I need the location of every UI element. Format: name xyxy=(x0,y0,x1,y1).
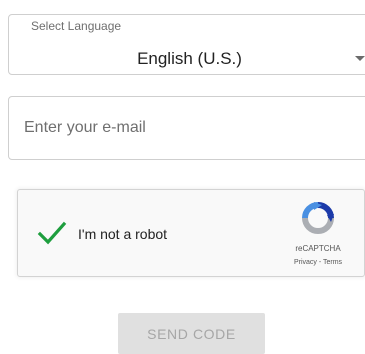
send-code-button[interactable]: SEND CODE xyxy=(118,313,265,354)
language-select-value[interactable]: English (U.S.) xyxy=(17,48,362,70)
caret-down-icon[interactable] xyxy=(355,56,365,61)
recaptcha-logo-icon xyxy=(302,202,334,234)
verification-form: Select Language English (U.S.) I'm not a… xyxy=(0,0,365,354)
terms-link[interactable]: Terms xyxy=(323,259,342,266)
privacy-link[interactable]: Privacy xyxy=(294,259,317,266)
email-input[interactable] xyxy=(9,97,365,159)
recaptcha-links: Privacy - Terms xyxy=(282,258,354,267)
language-select-label: Select Language xyxy=(27,19,126,33)
language-select[interactable]: Select Language English (U.S.) xyxy=(8,14,365,75)
checkmark-icon xyxy=(37,221,67,245)
recaptcha-brand: reCAPTCHA xyxy=(295,244,341,253)
recaptcha-checkbox[interactable] xyxy=(37,218,67,248)
recaptcha-label: I'm not a robot xyxy=(78,226,168,242)
recaptcha-widget: I'm not a robot reCAPTCHA Privacy - Term… xyxy=(17,189,365,277)
email-field[interactable] xyxy=(8,96,365,160)
